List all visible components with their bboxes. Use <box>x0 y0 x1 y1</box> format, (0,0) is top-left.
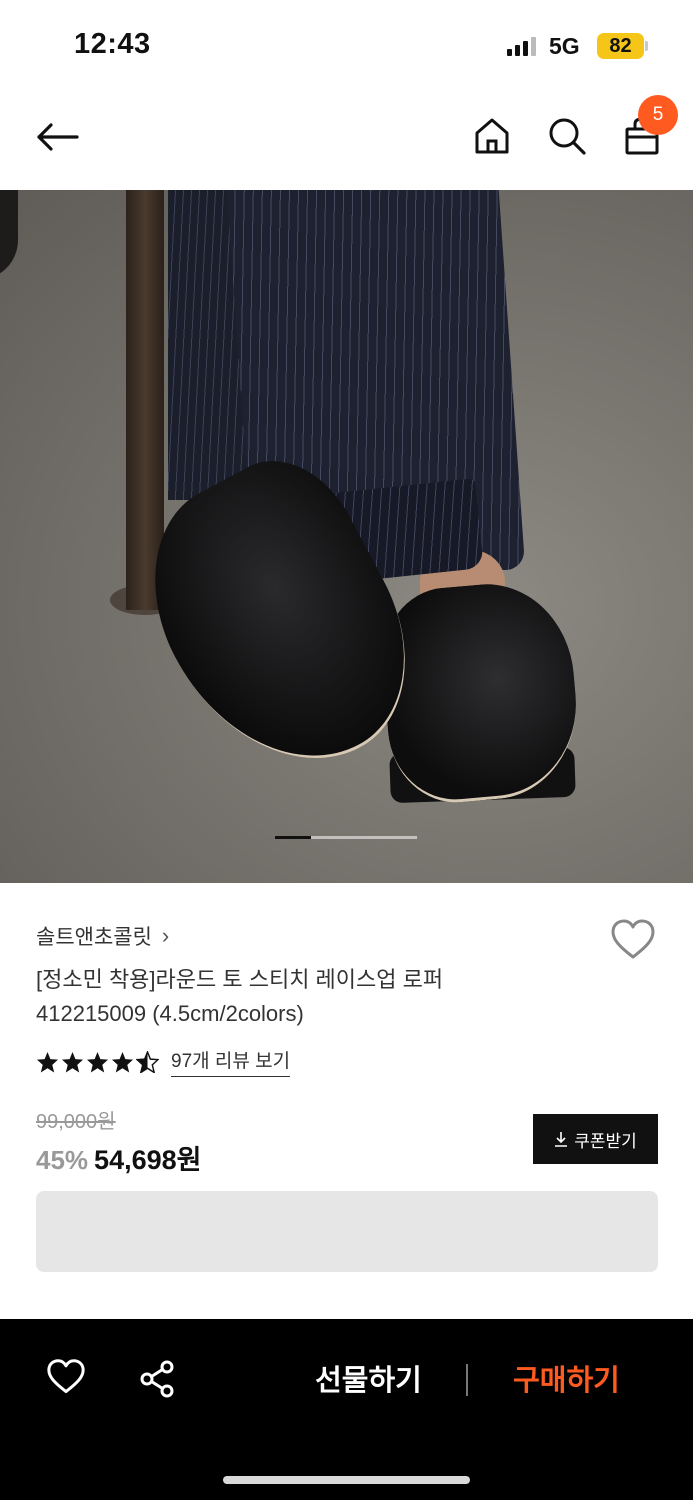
bench-shape <box>0 190 18 280</box>
status-time: 12:43 <box>74 28 151 60</box>
download-icon <box>555 1132 568 1147</box>
star-full-icon <box>111 1051 134 1073</box>
product-title-line2: 412215009 (4.5cm/2colors) <box>36 1001 304 1026</box>
signal-icon <box>507 36 537 56</box>
network-type: 5G <box>549 33 580 59</box>
original-price: 99,000원 <box>36 1111 116 1133</box>
heart-outline-icon <box>47 1359 85 1394</box>
sale-price: 54,698원 <box>94 1145 202 1175</box>
brand-link[interactable]: 솔트앤초콜릿 › <box>36 921 169 951</box>
carousel-progress-indicator <box>275 836 311 839</box>
share-icon <box>140 1360 174 1398</box>
gift-button[interactable]: 선물하기 <box>296 1359 441 1403</box>
bottom-action-bar: 선물하기 구매하기 <box>0 1319 693 1500</box>
wishlist-button[interactable] <box>610 919 656 961</box>
search-button[interactable] <box>544 113 590 159</box>
coupon-label: 쿠폰받기 <box>574 1131 637 1151</box>
heart-outline-icon <box>611 919 655 959</box>
battery-cap <box>645 41 648 51</box>
product-title: [정소민 착용]라운드 토 스티치 레이스업 로퍼 412215009 (4.5… <box>36 963 596 1031</box>
like-button[interactable] <box>46 1359 90 1401</box>
coupon-button[interactable]: 쿠폰받기 <box>533 1114 658 1164</box>
product-image-carousel[interactable] <box>0 190 693 883</box>
share-button[interactable] <box>137 1359 181 1403</box>
star-rating <box>36 1050 159 1073</box>
home-icon <box>475 118 509 154</box>
arrow-left-icon <box>37 123 79 151</box>
rating-row: 97개 리뷰 보기 <box>36 1046 291 1077</box>
back-button[interactable] <box>30 113 84 161</box>
star-full-icon <box>36 1051 59 1073</box>
status-bar: 12:43 5G 82 <box>0 0 693 90</box>
price-row: 45% 54,698원 <box>36 1138 201 1177</box>
buy-button[interactable]: 구매하기 <box>494 1359 639 1403</box>
product-title-line1: [정소민 착용]라운드 토 스티치 레이스업 로퍼 <box>36 967 444 992</box>
cart-count-badge: 5 <box>638 95 678 135</box>
home-indicator[interactable] <box>223 1476 470 1484</box>
divider <box>466 1364 468 1396</box>
option-placeholder-box <box>36 1191 658 1272</box>
discount-rate: 45% <box>36 1145 89 1175</box>
search-icon <box>549 118 586 155</box>
review-link[interactable]: 97개 리뷰 보기 <box>171 1046 291 1077</box>
home-button[interactable] <box>470 113 514 159</box>
star-full-icon <box>86 1051 109 1073</box>
chevron-right-icon: › <box>161 923 170 948</box>
star-full-icon <box>61 1051 84 1073</box>
star-half-icon <box>136 1050 159 1073</box>
brand-name: 솔트앤초콜릿 <box>36 926 152 949</box>
top-nav <box>0 95 693 185</box>
battery-icon: 82 <box>597 33 644 59</box>
